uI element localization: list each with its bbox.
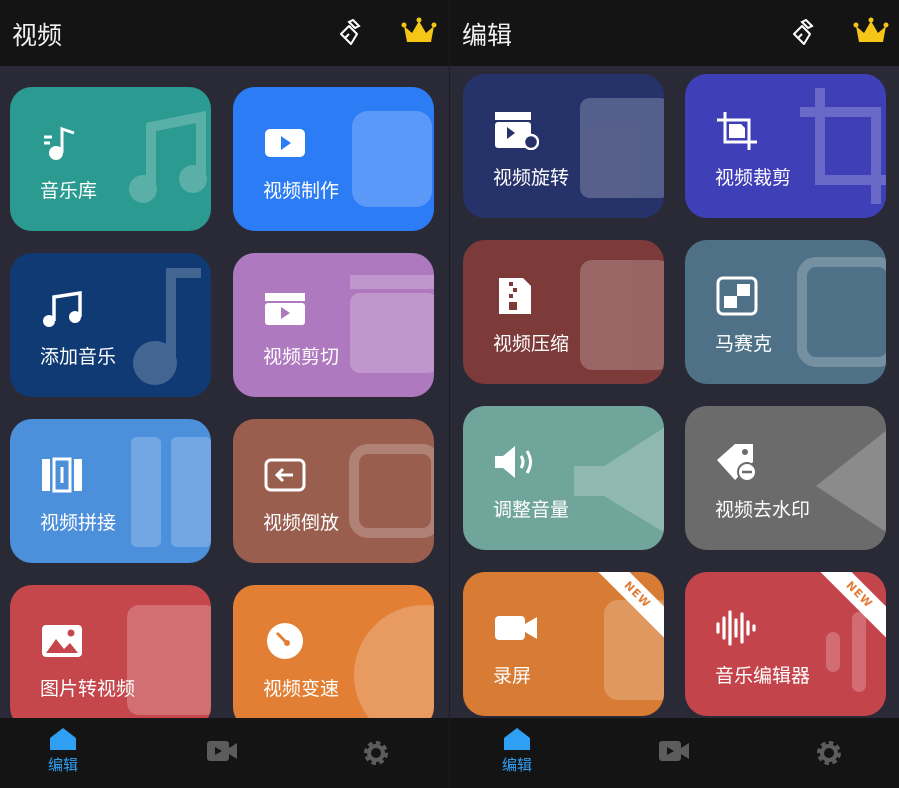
crop-decor (800, 88, 886, 204)
card-label: 视频压缩 (493, 333, 570, 355)
card-label: 视频变速 (263, 678, 340, 700)
card-label: 音乐编辑器 (715, 665, 811, 687)
mosaic-decor (797, 257, 886, 367)
card-label: 视频旋转 (493, 167, 570, 189)
card-video-speed[interactable]: 视频变速 (233, 585, 434, 718)
card-label: 视频去水印 (715, 499, 811, 521)
reverse-icon (264, 458, 306, 492)
mosaic-icon (716, 276, 758, 316)
video-camera-icon (207, 741, 237, 761)
card-label: 音乐库 (40, 180, 98, 202)
clapper-decor (350, 275, 434, 373)
card-video-crop[interactable]: 视频裁剪 (685, 74, 886, 218)
card-label: 视频制作 (263, 180, 340, 202)
splice-decor (131, 437, 211, 547)
camera-icon (495, 616, 537, 640)
music-note-decor (129, 110, 207, 203)
volume-icon (495, 446, 532, 478)
card-music-editor[interactable]: 音乐编辑器 NEW (685, 572, 886, 716)
watermark-tag-icon (717, 444, 757, 482)
card-video-compress[interactable]: 视频压缩 (463, 240, 664, 384)
gear-icon (364, 741, 388, 765)
nav-edit-label: 编辑 (502, 756, 533, 774)
home-icon (504, 728, 530, 750)
speed-gauge-icon (267, 623, 303, 659)
card-label: 图片转视频 (40, 678, 136, 700)
card-label: 添加音乐 (40, 346, 117, 368)
card-mosaic[interactable]: 马赛克 (685, 240, 886, 384)
crop-icon (717, 112, 757, 150)
card-label: 视频剪切 (263, 346, 340, 368)
volume-decor (574, 427, 664, 533)
card-remove-watermark[interactable]: 视频去水印 (685, 406, 886, 550)
card-video-maker[interactable]: 视频制作 (233, 87, 434, 231)
music-notes-decor (133, 268, 201, 385)
page-title: 编辑 (462, 21, 513, 50)
image-icon (42, 625, 82, 657)
video-decor (352, 111, 432, 207)
nav-video[interactable] (658, 738, 690, 764)
tool-grid: 音乐库 视频制作 添加音乐 视频剪切 视频拼接 视频倒放 图片转视频 视频变速 (0, 66, 449, 718)
card-video-cut[interactable]: 视频剪切 (233, 253, 434, 397)
card-music-library[interactable]: 音乐库 (10, 87, 211, 231)
card-adjust-volume[interactable]: 调整音量 (463, 406, 664, 550)
card-label: 录屏 (493, 665, 532, 687)
video-camera-icon (659, 741, 689, 761)
reverse-decor (349, 444, 434, 538)
card-image-to-video[interactable]: 图片转视频 (10, 585, 211, 718)
card-video-splice[interactable]: 视频拼接 (10, 419, 211, 563)
compress-decor (580, 260, 664, 370)
nav-settings[interactable] (361, 738, 391, 768)
clean-broom-icon[interactable] (335, 16, 367, 48)
clapper-icon (265, 293, 305, 325)
video-play-icon (265, 129, 305, 157)
speed-decor (354, 605, 434, 718)
gear-icon (817, 741, 841, 765)
music-note-icon (44, 126, 75, 160)
nav-video[interactable] (206, 738, 238, 764)
nav-edit-label: 编辑 (48, 756, 79, 774)
page-title: 视频 (12, 21, 63, 50)
vip-crown-icon[interactable] (853, 16, 889, 48)
clean-broom-icon[interactable] (788, 16, 820, 48)
bottom-nav: 编辑 (0, 718, 449, 788)
sound-wave-icon (716, 610, 756, 646)
music-notes-icon (43, 290, 82, 327)
card-video-reverse[interactable]: 视频倒放 (233, 419, 434, 563)
nav-edit[interactable]: 编辑 (48, 726, 78, 775)
nav-edit[interactable]: 编辑 (502, 726, 532, 775)
right-screen: 编辑 视频旋转 视频裁剪 视频压缩 马赛克 调整音量 视频去水印 录屏 NEW … (450, 0, 899, 788)
card-screen-record[interactable]: 录屏 NEW (463, 572, 664, 716)
nav-settings[interactable] (814, 738, 844, 768)
top-bar: 视频 (0, 0, 449, 66)
card-label: 调整音量 (493, 499, 570, 521)
splice-icon (42, 457, 82, 493)
card-add-music[interactable]: 添加音乐 (10, 253, 211, 397)
compress-file-icon (499, 278, 531, 314)
left-screen: 视频 音乐库 视频制作 添加音乐 视频剪切 视频拼接 视频倒放 图片转视频 视频… (0, 0, 449, 788)
card-video-rotate[interactable]: 视频旋转 (463, 74, 664, 218)
card-label: 视频倒放 (263, 512, 340, 534)
bottom-nav: 编辑 (450, 718, 899, 788)
vip-crown-icon[interactable] (401, 16, 437, 48)
top-bar: 编辑 (450, 0, 899, 66)
card-label: 马赛克 (715, 333, 773, 355)
rotate-decor (580, 98, 664, 198)
card-label: 视频裁剪 (715, 167, 792, 189)
home-icon (50, 728, 76, 750)
rotate-video-icon (495, 112, 539, 150)
tool-grid: 视频旋转 视频裁剪 视频压缩 马赛克 调整音量 视频去水印 录屏 NEW 音乐编… (450, 66, 899, 718)
card-label: 视频拼接 (40, 512, 117, 534)
